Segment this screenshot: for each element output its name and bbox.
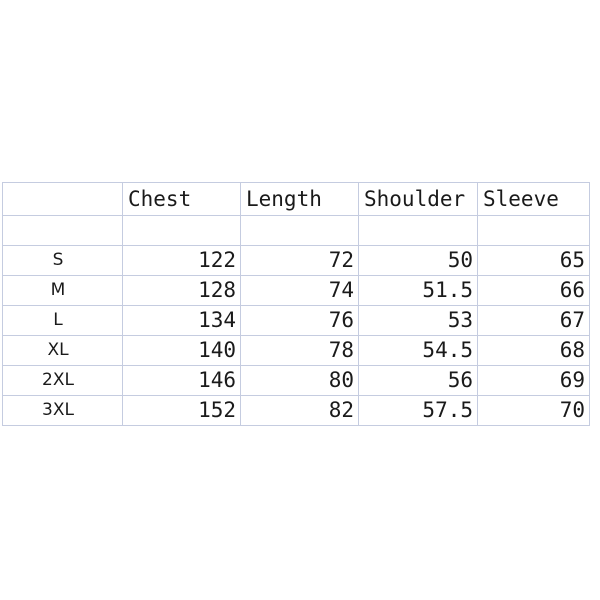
cell-chest: 134	[122, 305, 241, 336]
cell-chest: 146	[122, 365, 241, 396]
row-label-size: 2XL	[2, 365, 123, 396]
cell-sleeve: 65	[477, 245, 590, 276]
cell-shoulder: 56	[358, 365, 478, 396]
row-label-size: L	[2, 305, 123, 336]
cell-sleeve: 69	[477, 365, 590, 396]
column-header-corner	[2, 182, 123, 216]
cell-length: 76	[240, 305, 359, 336]
table-row: XL 140 78 54.5 68	[2, 335, 590, 366]
spacer-cell-chest	[122, 215, 241, 246]
cell-sleeve: 70	[477, 395, 590, 426]
cell-sleeve: 66	[477, 275, 590, 306]
spacer-cell-sleeve	[477, 215, 590, 246]
cell-length: 78	[240, 335, 359, 366]
table-row: S 122 72 50 65	[2, 245, 590, 276]
cell-sleeve: 68	[477, 335, 590, 366]
cell-shoulder: 51.5	[358, 275, 478, 306]
cell-chest: 128	[122, 275, 241, 306]
cell-length: 80	[240, 365, 359, 396]
row-label-size: XL	[2, 335, 123, 366]
table-spacer-row	[2, 215, 590, 246]
column-header-length: Length	[240, 182, 359, 216]
size-chart-container: Chest Length Shoulder Sleeve S 122 72 50…	[2, 182, 590, 426]
column-header-shoulder: Shoulder	[358, 182, 478, 216]
row-label-size: 3XL	[2, 395, 123, 426]
row-label-size: M	[2, 275, 123, 306]
row-label-size: S	[2, 245, 123, 276]
cell-shoulder: 57.5	[358, 395, 478, 426]
size-chart-table: Chest Length Shoulder Sleeve S 122 72 50…	[2, 182, 590, 426]
table-row: L 134 76 53 67	[2, 305, 590, 336]
table-row: M 128 74 51.5 66	[2, 275, 590, 306]
cell-length: 82	[240, 395, 359, 426]
cell-chest: 122	[122, 245, 241, 276]
cell-shoulder: 53	[358, 305, 478, 336]
table-row: 2XL 146 80 56 69	[2, 365, 590, 396]
cell-length: 74	[240, 275, 359, 306]
cell-sleeve: 67	[477, 305, 590, 336]
cell-shoulder: 54.5	[358, 335, 478, 366]
cell-chest: 140	[122, 335, 241, 366]
spacer-cell-label	[2, 215, 123, 246]
table-header-row: Chest Length Shoulder Sleeve	[2, 182, 590, 216]
column-header-sleeve: Sleeve	[477, 182, 590, 216]
cell-shoulder: 50	[358, 245, 478, 276]
cell-length: 72	[240, 245, 359, 276]
spacer-cell-length	[240, 215, 359, 246]
cell-chest: 152	[122, 395, 241, 426]
table-row: 3XL 152 82 57.5 70	[2, 395, 590, 426]
column-header-chest: Chest	[122, 182, 241, 216]
spacer-cell-shoulder	[358, 215, 478, 246]
